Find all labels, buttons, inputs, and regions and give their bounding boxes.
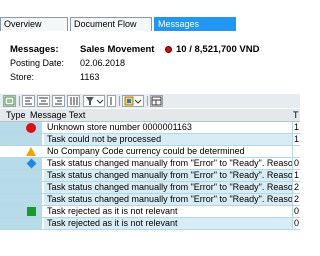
extra-cell: 0 bbox=[292, 218, 300, 229]
info-icon bbox=[26, 158, 37, 169]
table-row[interactable]: Task status changed manually from "Error… bbox=[0, 194, 300, 206]
row-selector[interactable] bbox=[0, 206, 8, 217]
table-row[interactable]: No Company Code currency could be determ… bbox=[0, 146, 300, 158]
store-label: Store: bbox=[10, 72, 35, 82]
column-header-type[interactable]: Type bbox=[6, 110, 26, 120]
filter-icon[interactable] bbox=[83, 95, 105, 107]
table-row[interactable]: Task status changed manually from "Error… bbox=[0, 170, 300, 182]
table-row[interactable]: Unknown store number 0000001163 1 bbox=[0, 122, 300, 134]
header-panel: Messages: Sales Movement 10 / 8,521,700 … bbox=[0, 31, 300, 91]
table-row[interactable]: Task status changed manually from "Error… bbox=[0, 158, 300, 170]
export-icon[interactable] bbox=[122, 95, 144, 107]
message-text-cell: Task status changed manually from "Error… bbox=[44, 182, 292, 193]
layout-icon[interactable] bbox=[150, 95, 163, 107]
type-cell bbox=[8, 182, 42, 193]
extra-cell: 0 bbox=[292, 206, 300, 217]
extra-cell: 0 bbox=[292, 158, 300, 169]
align-left-icon[interactable] bbox=[22, 95, 35, 107]
messages-label: Messages: bbox=[10, 44, 59, 55]
message-text-cell: Task could not be processed bbox=[44, 134, 292, 145]
extra-cell: 1 bbox=[292, 134, 300, 145]
message-text-cell: Unknown store number 0000001163 bbox=[44, 122, 292, 133]
posting-date-value: 02.06.2018 bbox=[80, 58, 126, 68]
columns-icon[interactable] bbox=[67, 95, 80, 107]
message-text-cell: Task status changed manually from "Error… bbox=[44, 194, 292, 205]
posting-date-label: Posting Date: bbox=[10, 58, 65, 68]
extra-cell: 1 bbox=[292, 170, 300, 181]
extra-cell: 2 bbox=[292, 182, 300, 193]
sum-icon[interactable] bbox=[107, 95, 116, 107]
table-row[interactable]: Task rejected as it is not relevant 0 bbox=[0, 206, 300, 218]
error-icon bbox=[26, 123, 36, 133]
type-cell bbox=[8, 122, 42, 133]
row-selector[interactable] bbox=[0, 158, 8, 169]
row-selector[interactable] bbox=[0, 146, 8, 157]
row-selector[interactable] bbox=[0, 218, 8, 229]
type-cell bbox=[8, 194, 42, 205]
warning-icon bbox=[26, 147, 36, 156]
type-cell bbox=[8, 158, 42, 169]
message-text-cell: Task rejected as it is not relevant bbox=[44, 206, 292, 217]
align-right-icon[interactable] bbox=[52, 95, 65, 107]
tab-document-flow[interactable]: Document Flow bbox=[70, 17, 152, 31]
row-selector[interactable] bbox=[0, 122, 8, 133]
column-header-extra[interactable]: T bbox=[293, 110, 299, 120]
success-icon bbox=[27, 207, 36, 216]
row-selector[interactable] bbox=[0, 134, 8, 145]
status-summary: 10 / 8,521,700 VND bbox=[165, 44, 259, 55]
message-text-cell: Task status changed manually from "Error… bbox=[44, 170, 292, 181]
message-text-cell: No Company Code currency could be determ… bbox=[44, 146, 292, 157]
tab-strip: Overview Document Flow Messages bbox=[0, 0, 300, 31]
detail-icon[interactable] bbox=[3, 95, 16, 107]
type-cell bbox=[8, 134, 42, 145]
type-cell bbox=[8, 170, 42, 181]
row-selector[interactable] bbox=[0, 170, 8, 181]
extra-cell: 1 bbox=[292, 122, 300, 133]
store-value: 1163 bbox=[80, 72, 100, 82]
extra-cell: 2 bbox=[292, 194, 300, 205]
extra-cell bbox=[292, 146, 300, 157]
messages-grid: Type Message Text T Unknown store number… bbox=[0, 109, 300, 256]
type-cell bbox=[8, 218, 42, 229]
tab-messages[interactable]: Messages bbox=[154, 17, 236, 31]
column-header-message-text[interactable]: Message Text bbox=[30, 110, 85, 120]
table-row[interactable]: Task status changed manually from "Error… bbox=[0, 182, 300, 194]
type-cell bbox=[8, 206, 42, 217]
error-status-icon bbox=[165, 46, 172, 53]
align-center-icon[interactable] bbox=[37, 95, 50, 107]
row-selector[interactable] bbox=[0, 182, 8, 193]
messages-value: Sales Movement bbox=[80, 44, 155, 55]
status-amount: 10 / 8,521,700 VND bbox=[176, 44, 260, 55]
table-row[interactable]: Task rejected as it is not relevant 0 bbox=[0, 218, 300, 230]
row-selector[interactable] bbox=[0, 194, 8, 205]
message-text-cell: Task status changed manually from "Error… bbox=[44, 158, 292, 169]
grid-toolbar bbox=[0, 94, 300, 108]
grid-header: Type Message Text T bbox=[0, 109, 300, 122]
type-cell bbox=[8, 146, 42, 157]
tab-overview[interactable]: Overview bbox=[0, 17, 68, 31]
message-text-cell: Task rejected as it is not relevant bbox=[44, 218, 292, 229]
table-row[interactable]: Task could not be processed 1 bbox=[0, 134, 300, 146]
